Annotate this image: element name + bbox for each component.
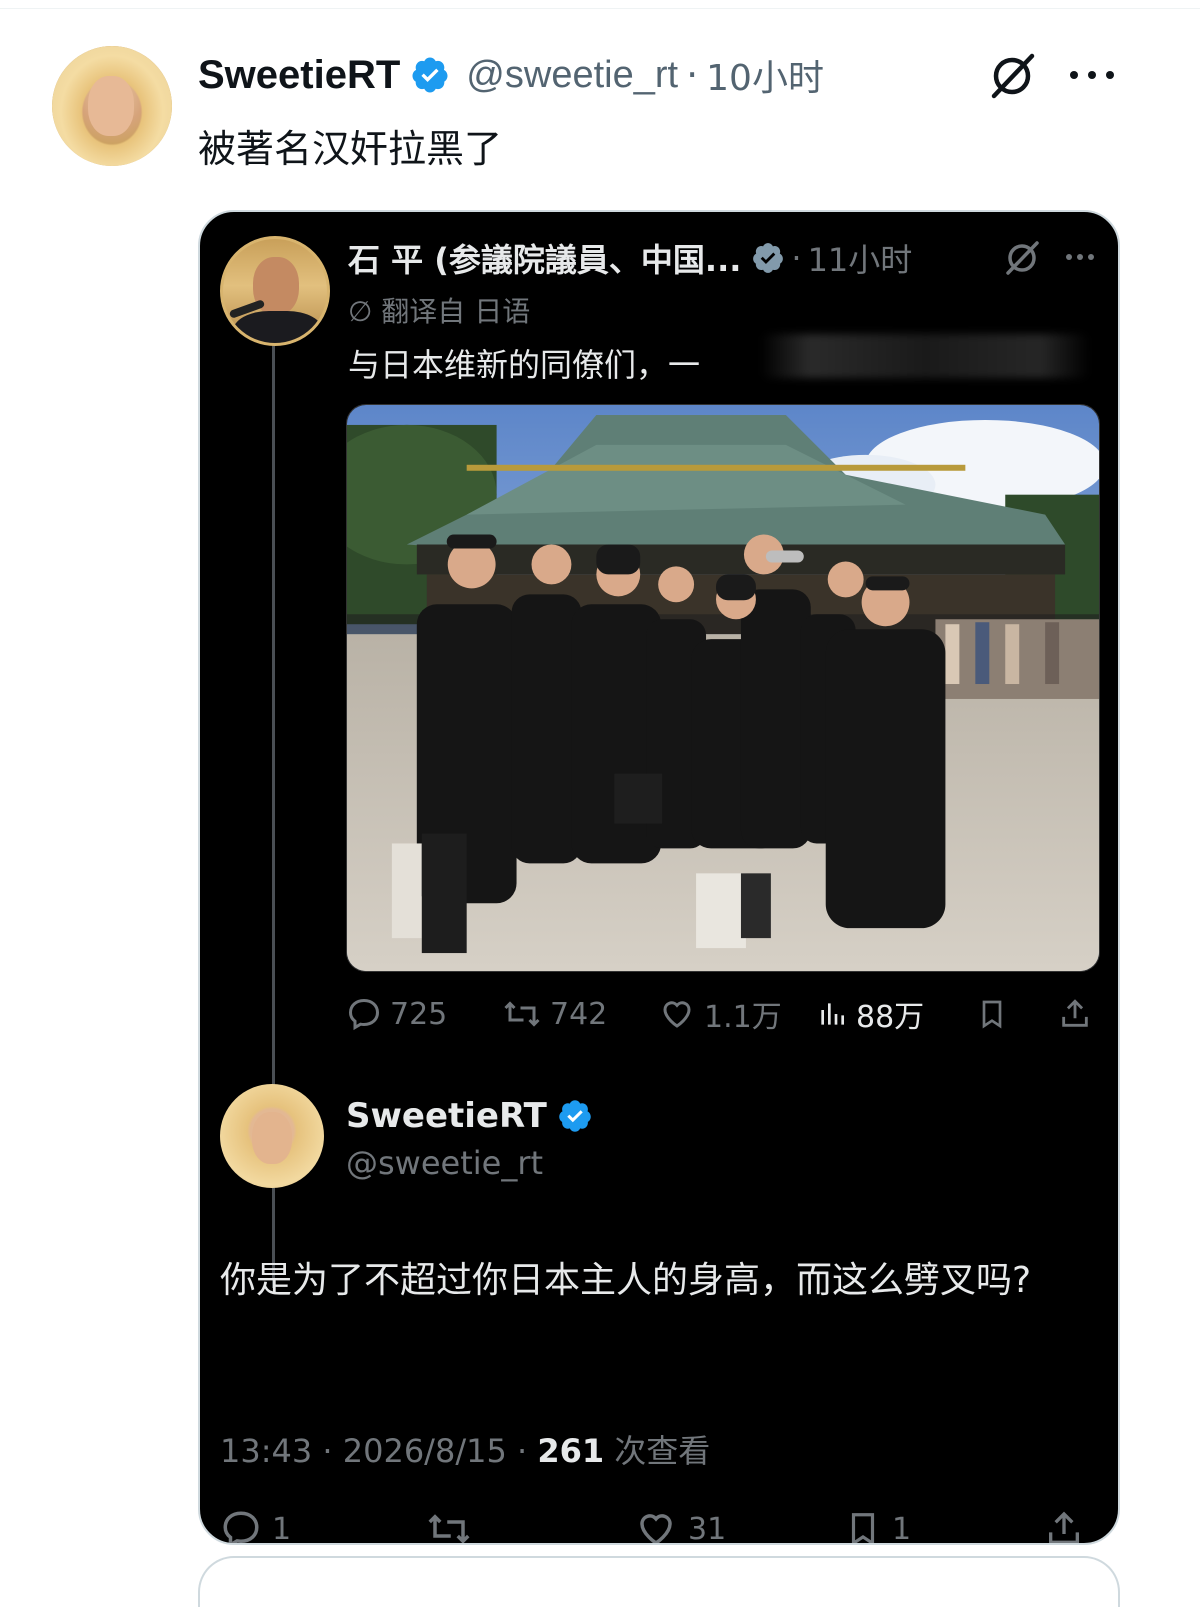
more-options-icon[interactable] <box>1070 60 1114 90</box>
quoted-author-name: 石 平 (参議院議員、中国... <box>348 241 742 279</box>
reply-reply-stat: 1 <box>220 1504 292 1545</box>
dot <box>1070 71 1078 79</box>
grok-icon[interactable] <box>986 50 1038 102</box>
verified-gray-badge-icon <box>753 243 784 273</box>
quoted-share <box>1058 992 1100 1036</box>
dot <box>1077 254 1083 260</box>
embedded-screenshot[interactable]: 石 平 (参議院議員、中国... · 11小时 ∅ 翻译自 日语 与日本维新的同… <box>198 210 1120 1545</box>
reply-author-handle: @sweetie_rt <box>346 1144 544 1182</box>
translated-text: 翻译自 日语 <box>381 295 531 328</box>
translate-icon: ∅ <box>348 295 373 328</box>
grok-icon <box>1006 241 1039 275</box>
dot <box>1088 71 1096 79</box>
reply-author-avatar <box>220 1084 324 1188</box>
quoted-reply-stat: 725 <box>346 992 447 1036</box>
reply-text: 你是为了不超过你日本主人的身高，而这么劈叉吗? <box>220 1260 1032 1301</box>
quoted-author-avatar <box>220 236 330 346</box>
reply-views-count: 261 <box>537 1432 605 1470</box>
reply-count: 725 <box>390 996 448 1032</box>
quoted-like-stat: 1.1万 <box>658 992 782 1036</box>
top-divider <box>0 8 1200 9</box>
dot <box>1066 254 1072 260</box>
author-handle[interactable]: @sweetie_rt <box>466 54 678 97</box>
dot <box>1088 254 1094 260</box>
reply-name-row: SweetieRT <box>346 1094 593 1138</box>
reply-timestamp: 13:43 · 2026/8/15 · <box>220 1432 538 1470</box>
share-icon <box>1049 1511 1079 1543</box>
post-time[interactable]: 10小时 <box>706 49 824 101</box>
shrine-group-photo <box>346 404 1100 972</box>
quoted-bookmark <box>976 992 1016 1036</box>
verified-badge-icon <box>559 1100 591 1132</box>
quoted-views-stat: 88万 <box>816 992 924 1036</box>
heart-icon <box>640 1514 672 1543</box>
tweet-header: SweetieRT @sweetie_rt · 10小时 <box>198 50 824 100</box>
reply-like-stat: 31 <box>634 1504 727 1545</box>
quoted-action-bar: 725 742 1.1万 88万 <box>346 992 1100 1036</box>
share-icon <box>1062 999 1088 1027</box>
repost-icon <box>504 1001 540 1027</box>
reply-repost-stat <box>426 1504 482 1543</box>
author-name[interactable]: SweetieRT <box>198 53 400 98</box>
bookmark-icon <box>851 1513 875 1543</box>
quoted-sep: · <box>791 239 802 277</box>
views-icon <box>821 1003 844 1025</box>
avatar-face <box>88 76 134 136</box>
reply-icon <box>223 1511 259 1543</box>
views-count: 88万 <box>856 1000 925 1035</box>
quoted-header: 石 平 (参議院議員、中国... · 11小时 <box>348 236 912 280</box>
reply-action-bar: 1 31 1 <box>220 1504 1100 1545</box>
reply-bookmark-stat: 1 <box>844 1504 912 1545</box>
separator-dot: · <box>686 53 699 97</box>
avatar-face <box>252 1112 292 1164</box>
verified-badge-icon <box>412 57 448 93</box>
reply-meta: 13:43 · 2026/8/15 · 261 次查看 <box>220 1426 710 1472</box>
bookmark-count: 1 <box>892 1511 912 1545</box>
reply-share <box>1044 1504 1094 1543</box>
tweet-text: 被著名汉奸拉黑了 <box>198 127 503 171</box>
dot <box>1106 71 1114 79</box>
repost-icon <box>428 1514 470 1543</box>
quoted-time: 11小时 <box>807 241 913 279</box>
reply-views-label: 次查看 <box>604 1432 711 1470</box>
censored-blur <box>760 334 1090 378</box>
more-options-icon <box>1066 254 1094 262</box>
avatar-suit <box>233 311 323 343</box>
quoted-text: 与日本维新的同僚们，一 <box>348 346 701 384</box>
like-count: 31 <box>688 1511 727 1545</box>
reply-icon <box>348 998 380 1031</box>
translated-from-label: ∅ 翻译自 日语 <box>348 290 530 330</box>
repost-count: 742 <box>550 996 608 1032</box>
like-count: 1.1万 <box>704 1000 782 1035</box>
reply-count: 1 <box>272 1511 292 1545</box>
author-avatar[interactable] <box>52 46 172 166</box>
reply-author-name: SweetieRT <box>346 1096 547 1136</box>
next-item-edge <box>198 1556 1120 1607</box>
bookmark-icon <box>982 1000 1002 1029</box>
quoted-repost-stat: 742 <box>502 992 607 1036</box>
heart-icon <box>663 1001 691 1028</box>
